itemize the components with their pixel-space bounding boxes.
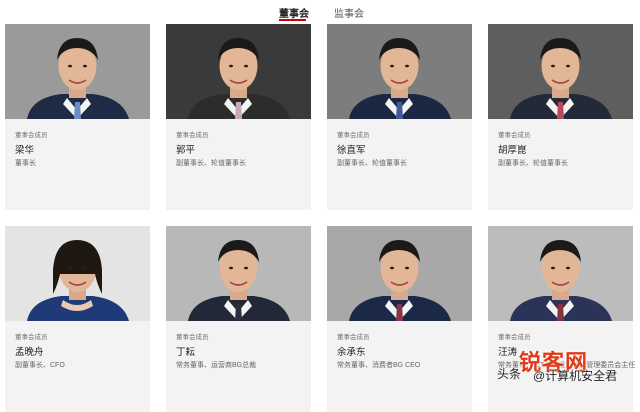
member-photo: [488, 24, 633, 119]
active-tab-indicator: [279, 19, 306, 21]
board-tabs: 董事会 监事会: [0, 0, 640, 22]
member-photo: [327, 226, 472, 321]
member-name[interactable]: 丁耘: [176, 344, 195, 358]
member-role: 董事会成员: [337, 132, 370, 139]
member-title: 副董事长、轮值董事长: [498, 160, 568, 167]
member-role: 董事会成员: [176, 334, 209, 341]
member-card[interactable]: 董事会成员 梁华 董事长: [5, 24, 150, 210]
member-photo: [5, 226, 150, 321]
member-name[interactable]: 余承东: [337, 344, 366, 358]
member-role: 董事会成员: [337, 334, 370, 341]
member-title: 董事长: [15, 160, 36, 167]
member-title: 常务董事、运营商BG总裁: [176, 362, 257, 369]
member-card[interactable]: 董事会成员 郭平 副董事长、轮值董事长: [166, 24, 311, 210]
tab-board[interactable]: 董事会: [279, 5, 309, 20]
member-title: 常务董事、消费者BG CEO: [337, 362, 421, 369]
member-card[interactable]: 董事会成员 孟晚舟 副董事长、CFO: [5, 226, 150, 412]
member-card[interactable]: 董事会成员 余承东 常务董事、消费者BG CEO: [327, 226, 472, 412]
member-title: 副董事长、轮值董事长: [337, 160, 407, 167]
member-photo: [166, 226, 311, 321]
member-photo: [327, 24, 472, 119]
watermark-handle: @计算机安全君: [533, 369, 618, 383]
watermark: 头条 锐客网 @计算机安全君: [497, 345, 637, 385]
tab-supervisory-board[interactable]: 监事会: [334, 5, 364, 20]
member-card[interactable]: 董事会成员 徐直军 副董事长、轮值董事长: [327, 24, 472, 210]
member-card[interactable]: 董事会成员 丁耘 常务董事、运营商BG总裁: [166, 226, 311, 412]
member-role: 董事会成员: [15, 334, 48, 341]
member-name[interactable]: 胡厚崑: [498, 142, 527, 156]
member-name[interactable]: 郭平: [176, 142, 195, 156]
member-card[interactable]: 董事会成员 胡厚崑 副董事长、轮值董事长: [488, 24, 633, 210]
watermark-prefix: 头条: [497, 367, 522, 381]
member-photo: [5, 24, 150, 119]
member-name[interactable]: 徐直军: [337, 142, 366, 156]
member-role: 董事会成员: [498, 334, 531, 341]
member-role: 董事会成员: [498, 132, 531, 139]
member-title: 副董事长、轮值董事长: [176, 160, 246, 167]
member-photo: [488, 226, 633, 321]
member-name[interactable]: 梁华: [15, 142, 34, 156]
member-role: 董事会成员: [15, 132, 48, 139]
member-name[interactable]: 孟晚舟: [15, 344, 44, 358]
member-photo: [166, 24, 311, 119]
member-title: 副董事长、CFO: [15, 362, 65, 369]
member-role: 董事会成员: [176, 132, 209, 139]
